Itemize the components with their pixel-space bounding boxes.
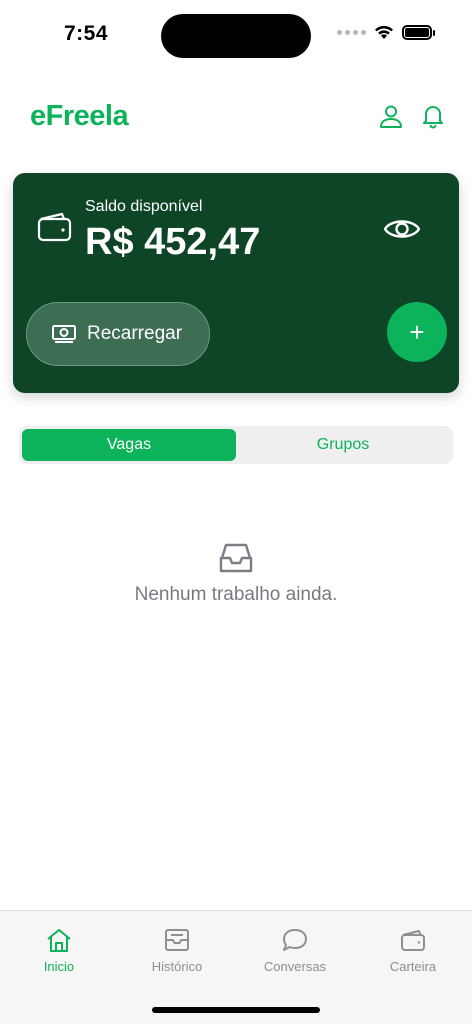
bell-icon[interactable] xyxy=(420,103,446,129)
segmented-control: Vagas Grupos xyxy=(19,426,453,464)
tab-carteira[interactable]: Carteira xyxy=(358,927,468,974)
wifi-icon xyxy=(375,25,393,39)
tab-historico[interactable]: Histórico xyxy=(122,927,232,974)
wallet-icon xyxy=(401,930,425,951)
money-icon xyxy=(52,325,76,343)
archive-icon xyxy=(165,929,189,951)
add-button[interactable]: + xyxy=(387,302,447,362)
app-logo: eFreela xyxy=(30,99,129,132)
tab-inicio[interactable]: Inicio xyxy=(4,927,114,974)
recharge-label: Recarregar xyxy=(87,323,183,344)
user-icon[interactable] xyxy=(378,103,404,129)
wallet-icon xyxy=(37,212,72,242)
status-bar: 7:54 xyxy=(0,0,472,70)
balance-value: R$ 452,47 xyxy=(85,221,261,263)
tab-label: Conversas xyxy=(263,959,327,974)
tab-label: Histórico xyxy=(151,959,203,974)
tab-label: Carteira xyxy=(389,959,437,974)
tab-label: Inicio xyxy=(43,959,75,974)
tab-conversas[interactable]: Conversas xyxy=(240,927,350,974)
recharge-button[interactable]: Recarregar xyxy=(26,302,210,366)
segment-vagas[interactable]: Vagas xyxy=(22,429,236,461)
segment-grupos[interactable]: Grupos xyxy=(236,429,450,461)
inbox-icon xyxy=(219,543,253,573)
chat-icon xyxy=(283,929,307,951)
balance-card: Saldo disponível R$ 452,47 Recarregar + xyxy=(13,173,459,393)
empty-state: Nenhum trabalho ainda. xyxy=(0,542,472,606)
battery-icon xyxy=(402,25,435,40)
plus-icon: + xyxy=(409,316,425,347)
dynamic-island xyxy=(161,14,311,58)
tab-bar: Inicio Histórico Conversas Carteira xyxy=(0,910,472,1024)
status-time: 7:54 xyxy=(64,22,109,45)
home-icon xyxy=(47,929,71,952)
eye-icon[interactable] xyxy=(383,215,421,243)
status-indicators xyxy=(337,25,435,40)
app-header: eFreela xyxy=(30,96,446,136)
header-actions xyxy=(378,103,446,129)
home-indicator xyxy=(152,1007,320,1013)
balance-label: Saldo disponível xyxy=(85,198,203,215)
signal-icon xyxy=(337,30,366,35)
empty-message: Nenhum trabalho ainda. xyxy=(134,584,338,605)
